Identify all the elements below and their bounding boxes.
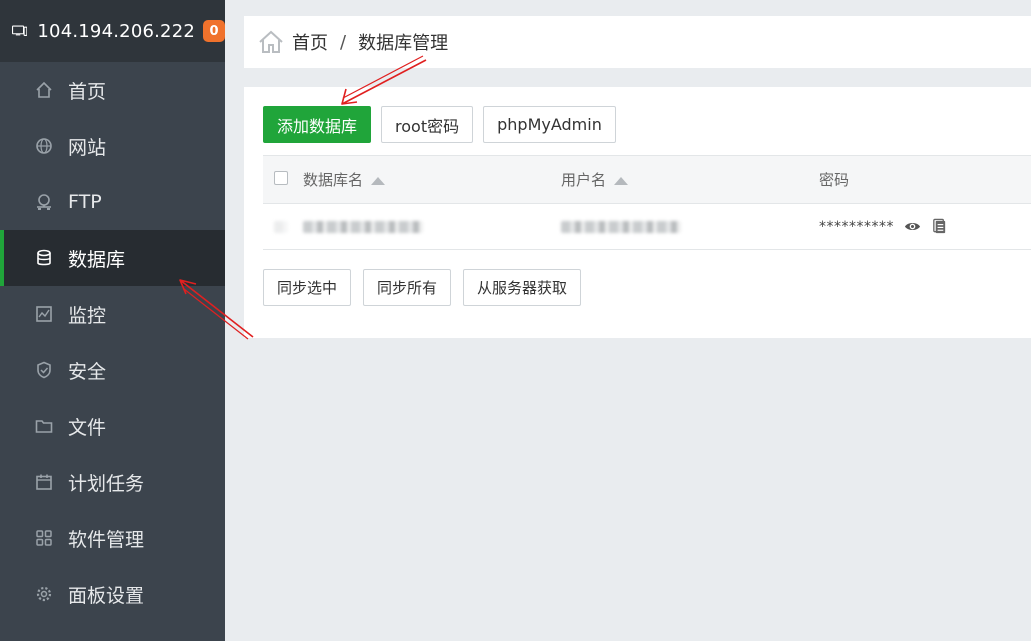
row-db-name-cell	[303, 203, 561, 250]
sidebar-item-label: 安全	[68, 360, 107, 383]
sidebar-item-label: 计划任务	[68, 472, 145, 495]
sidebar-item-security[interactable]: 安全	[0, 342, 225, 398]
sidebar-item-monitor[interactable]: 监控	[0, 286, 225, 342]
table-row: **********	[263, 203, 1031, 250]
gear-icon	[34, 584, 54, 604]
monitor-chart-icon	[34, 304, 54, 324]
sidebar-item-files[interactable]: 文件	[0, 398, 225, 454]
shield-icon	[34, 360, 54, 380]
eye-icon[interactable]	[904, 218, 921, 235]
select-all-checkbox[interactable]	[274, 170, 288, 185]
breadcrumb-home[interactable]: 首页	[292, 29, 328, 55]
sidebar-item-label: 文件	[68, 416, 107, 439]
sort-up-icon[interactable]	[614, 176, 629, 185]
ftp-icon	[34, 192, 54, 212]
sidebar-item-website[interactable]: 网站	[0, 118, 225, 174]
column-password: 密码	[819, 155, 1031, 204]
root-password-button[interactable]: root密码	[381, 106, 474, 143]
table-header-row: 数据库名 用户名 密码	[263, 155, 1031, 204]
server-ip: 104.194.206.222	[37, 20, 195, 42]
sidebar-item-software[interactable]: 软件管理	[0, 510, 225, 566]
breadcrumb-current: 数据库管理	[358, 33, 449, 54]
username-redacted	[561, 221, 681, 233]
database-icon	[34, 248, 54, 268]
column-username[interactable]: 用户名	[561, 155, 819, 204]
sidebar-item-label: 网站	[68, 136, 107, 159]
sync-all-button[interactable]: 同步所有	[363, 269, 452, 306]
sort-up-icon[interactable]	[371, 176, 386, 185]
calendar-icon	[34, 472, 54, 492]
home-icon	[34, 80, 54, 100]
database-table: 数据库名 用户名 密码 **********	[263, 155, 1031, 250]
toolbar: 添加数据库 root密码 phpMyAdmin	[263, 106, 616, 143]
monitor-icon	[12, 25, 28, 36]
row-checkbox-redacted[interactable]	[274, 221, 288, 233]
sidebar: 104.194.206.222 0 首页 网站 FTP 数据库 监控 安全 文件…	[0, 0, 225, 641]
row-username-cell	[561, 203, 819, 250]
sidebar-nav: 首页 网站 FTP 数据库 监控 安全 文件 计划任务 软件管理 面板设置	[0, 62, 225, 622]
sidebar-item-settings[interactable]: 面板设置	[0, 566, 225, 622]
password-mask: **********	[819, 218, 894, 235]
sidebar-item-label: 监控	[68, 304, 107, 327]
breadcrumb: 首页 / 数据库管理	[244, 16, 1031, 68]
folder-icon	[34, 416, 54, 436]
sidebar-item-database[interactable]: 数据库	[0, 230, 225, 286]
home-icon[interactable]	[258, 30, 284, 54]
sidebar-item-label: 首页	[68, 80, 107, 103]
copy-icon[interactable]	[931, 218, 948, 235]
sidebar-item-label: 数据库	[68, 248, 126, 271]
database-panel: 添加数据库 root密码 phpMyAdmin 数据库名 用户名 密码 ****…	[244, 87, 1031, 338]
batch-actions: 同步选中 同步所有 从服务器获取	[263, 269, 582, 306]
sidebar-item-home[interactable]: 首页	[0, 62, 225, 118]
column-label: 数据库名	[303, 171, 364, 189]
select-all-cell	[263, 155, 303, 204]
add-database-button[interactable]: 添加数据库	[263, 106, 372, 143]
column-db-name[interactable]: 数据库名	[303, 155, 561, 204]
fetch-from-server-button[interactable]: 从服务器获取	[463, 269, 582, 306]
sidebar-item-label: 面板设置	[68, 584, 145, 607]
notification-badge[interactable]: 0	[203, 20, 225, 42]
column-label: 用户名	[561, 171, 607, 189]
phpmyadmin-button[interactable]: phpMyAdmin	[483, 106, 616, 143]
row-select-cell	[263, 203, 303, 250]
grid-icon	[34, 528, 54, 548]
server-header[interactable]: 104.194.206.222 0	[0, 0, 225, 62]
column-label: 密码	[819, 171, 850, 189]
sidebar-item-ftp[interactable]: FTP	[0, 174, 225, 230]
sidebar-item-cron[interactable]: 计划任务	[0, 454, 225, 510]
breadcrumb-separator: /	[340, 31, 347, 53]
sidebar-item-label: 软件管理	[68, 528, 145, 551]
sync-selected-button[interactable]: 同步选中	[263, 269, 352, 306]
globe-icon	[34, 136, 54, 156]
row-password-cell: **********	[819, 203, 1031, 250]
sidebar-item-label: FTP	[68, 191, 102, 213]
db-name-redacted	[303, 221, 423, 233]
